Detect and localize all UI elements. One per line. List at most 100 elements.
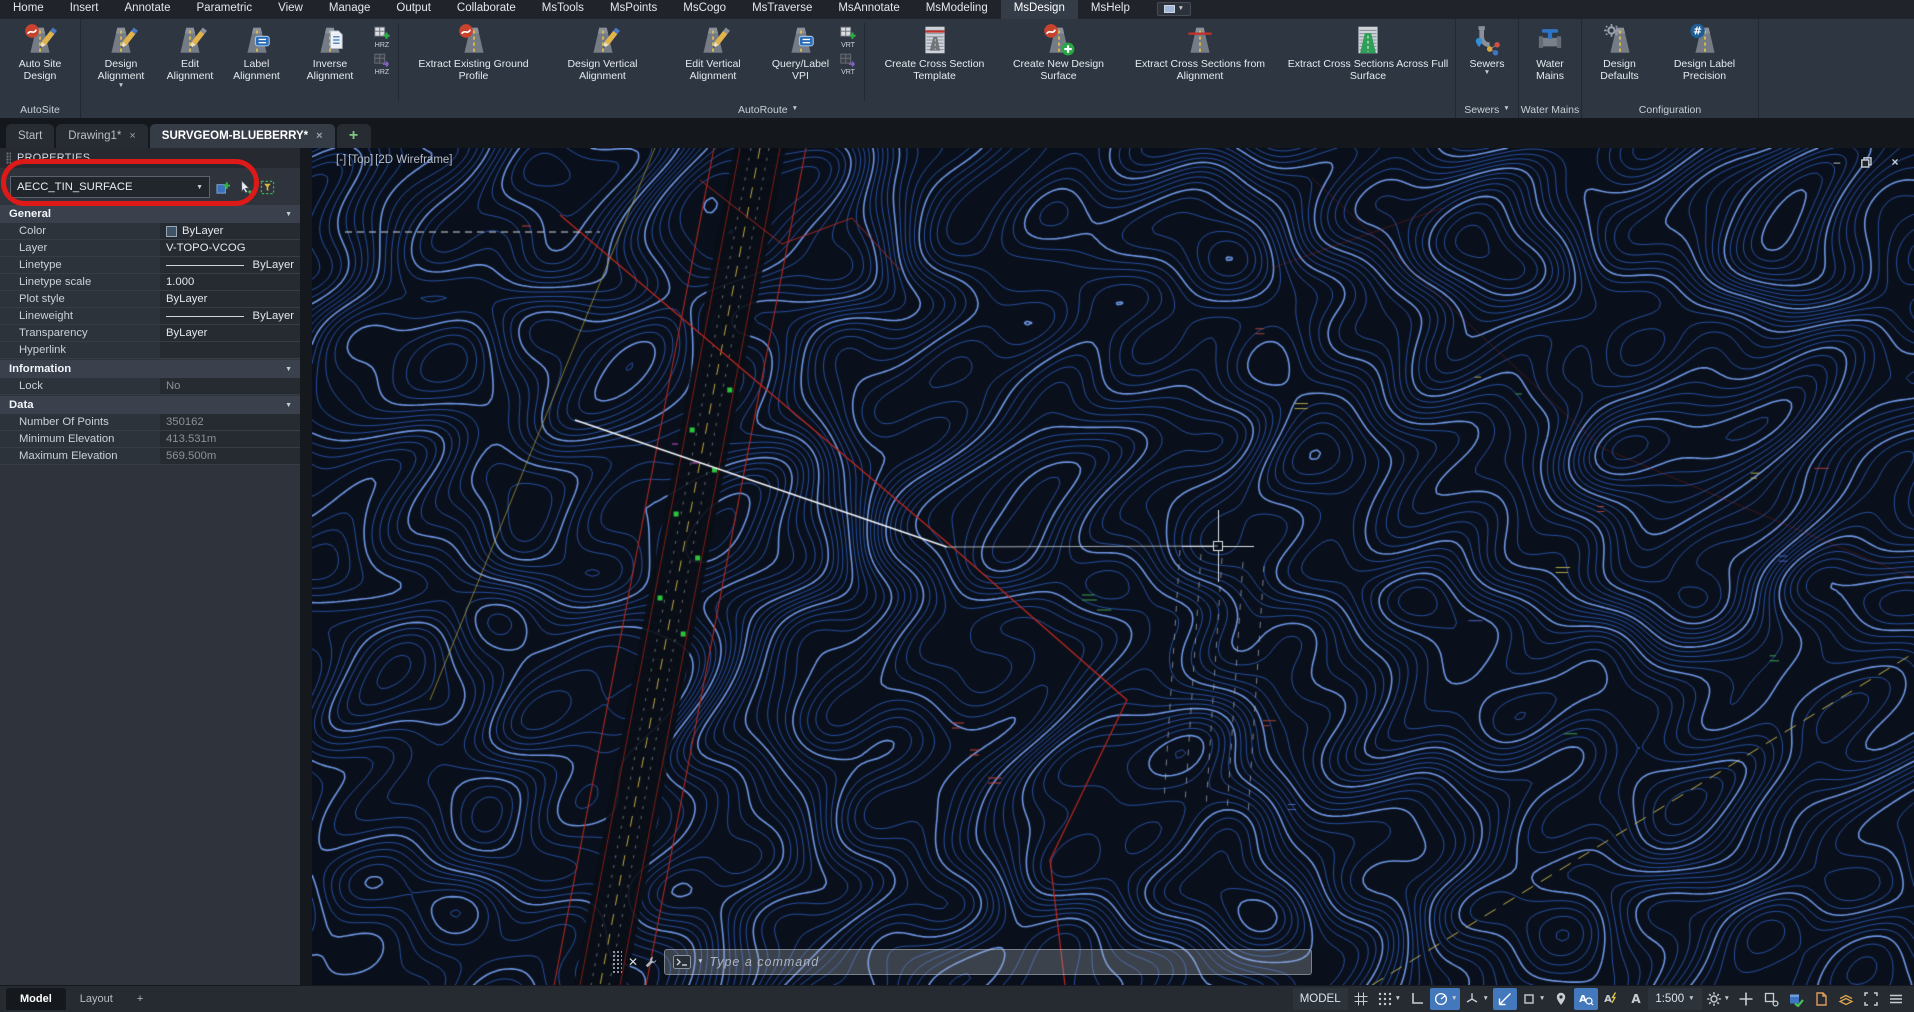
ribbon-button-design-label-precision[interactable]: #Design Label Precision <box>1654 21 1755 99</box>
grid-icon[interactable] <box>1349 988 1373 1010</box>
ribbon-button-extract-cross-sections-from-alignment[interactable]: Extract Cross Sections from Alignment <box>1116 21 1284 99</box>
drawing-canvas[interactable] <box>312 148 1914 985</box>
close-icon[interactable]: × <box>129 130 135 142</box>
property-value[interactable]: ByLayer <box>160 291 300 307</box>
property-value[interactable]: ByLayer <box>160 308 300 324</box>
ribbon-display-toggle-button[interactable]: ▼ <box>1157 2 1191 16</box>
ribbon-button-design-alignment[interactable]: Design Alignment▼ <box>84 21 158 99</box>
file-tab-survgeomblueberry[interactable]: SURVGEOM-BLUEBERRY*× <box>150 124 335 148</box>
geolocation-pin-icon[interactable] <box>1549 988 1573 1010</box>
isometric-drafting-icon[interactable]: ▼ <box>1461 988 1491 1010</box>
polar-tracking-icon[interactable]: ▼ <box>1430 988 1460 1010</box>
ribbon-button-design-defaults[interactable]: Design Defaults <box>1585 21 1654 99</box>
ribbon-tab-view[interactable]: View <box>265 0 316 19</box>
command-bar-close-icon[interactable]: ✕ <box>628 955 638 969</box>
layout-tab[interactable]: Layout <box>66 988 127 1010</box>
section-header-data[interactable]: Data▼ <box>0 396 300 414</box>
ribbon-button-auto-site-design[interactable]: Auto Site Design <box>3 21 77 99</box>
autoscale-icon[interactable]: A <box>1599 988 1623 1010</box>
property-value[interactable] <box>160 342 300 358</box>
palette-grip-icon[interactable] <box>6 152 11 164</box>
viewport-visual-style-control[interactable]: [2D Wireframe] <box>375 154 452 166</box>
viewport-view-control[interactable]: [Top] <box>348 154 373 166</box>
ribbon-tab-mstraverse[interactable]: MsTraverse <box>739 0 825 19</box>
ribbon-tab-mstools[interactable]: MsTools <box>529 0 597 19</box>
quick-select-icon[interactable] <box>259 179 276 196</box>
property-value[interactable]: ByLayer <box>160 223 300 239</box>
ribbon-button-create-new-design-surface[interactable]: Create New Design Surface <box>1001 21 1116 99</box>
ribbon-button-query-label-vpi[interactable]: Query/Label VPI <box>766 21 835 99</box>
collapse-icon[interactable]: ▼ <box>285 402 292 409</box>
command-bar-customize-icon[interactable] <box>644 955 658 969</box>
collapse-icon[interactable]: ▼ <box>285 211 292 218</box>
minimize-icon[interactable]: – <box>1830 156 1844 168</box>
model-space-button[interactable]: MODEL <box>1293 988 1348 1010</box>
ribbon-button-extract-cross-sections-across-full-surface[interactable]: Extract Cross Sections Across Full Surfa… <box>1284 21 1452 99</box>
property-value[interactable]: ByLayer <box>160 257 300 273</box>
select-objects-icon[interactable] <box>237 179 254 196</box>
ribbon-button-edit-vertical-alignment[interactable]: Edit Vertical Alignment <box>660 21 766 99</box>
small-button-hrz-1[interactable]: HRZ <box>369 51 395 76</box>
layers-warning-icon[interactable] <box>1834 988 1858 1010</box>
restore-icon[interactable] <box>1859 156 1873 168</box>
graphics-performance-icon[interactable] <box>1784 988 1808 1010</box>
model-tab[interactable]: Model <box>6 988 66 1010</box>
close-icon[interactable]: × <box>1888 156 1902 168</box>
small-button-hrz-0[interactable]: HRZ <box>369 24 395 49</box>
ribbon-tab-msmodeling[interactable]: MsModeling <box>913 0 1001 19</box>
snap-mode-icon[interactable]: ▼ <box>1374 988 1404 1010</box>
ribbon-tab-msannotate[interactable]: MsAnnotate <box>825 0 912 19</box>
file-tab-drawing1[interactable]: Drawing1*× <box>56 124 148 148</box>
new-drawing-tab-button[interactable]: + <box>337 124 371 148</box>
annotation-scale-icon[interactable]: A <box>1624 988 1648 1010</box>
clean-screen-icon[interactable] <box>1859 988 1883 1010</box>
file-tab-start[interactable]: Start <box>6 124 54 148</box>
ribbon-tab-msdesign[interactable]: MsDesign <box>1001 0 1078 19</box>
workspace-gear-icon[interactable]: ▼ <box>1703 988 1733 1010</box>
ribbon-tab-mscogo[interactable]: MsCogo <box>670 0 739 19</box>
object-type-dropdown[interactable]: AECC_TIN_SURFACE ▼ <box>10 176 210 198</box>
customization-menu-icon[interactable] <box>1884 988 1908 1010</box>
small-button-vrt-1[interactable]: VRT <box>835 51 861 76</box>
panel-title[interactable]: AutoRoute▼ <box>81 103 1455 118</box>
ribbon-tab-annotate[interactable]: Annotate <box>111 0 183 19</box>
ribbon-button-sewers[interactable]: Sewers▼ <box>1459 21 1515 99</box>
close-icon[interactable]: × <box>316 130 322 142</box>
isolate-objects-icon[interactable] <box>1759 988 1783 1010</box>
scale-display[interactable]: 1:500▼ <box>1648 988 1701 1010</box>
ribbon-button-water-mains[interactable]: Water Mains <box>1522 21 1578 99</box>
ribbon-button-extract-existing-ground-profile[interactable]: Extract Existing Ground Profile <box>402 21 545 99</box>
section-header-information[interactable]: Information▼ <box>0 360 300 378</box>
ribbon-tab-output[interactable]: Output <box>383 0 444 19</box>
ortho-icon[interactable] <box>1405 988 1429 1010</box>
ribbon-tab-mspoints[interactable]: MsPoints <box>597 0 670 19</box>
collapse-icon[interactable]: ▼ <box>285 366 292 373</box>
ribbon-button-inverse-alignment[interactable]: Inverse Alignment <box>291 21 369 99</box>
ribbon-button-label-alignment[interactable]: Label Alignment <box>222 21 291 99</box>
ribbon-tab-manage[interactable]: Manage <box>316 0 384 19</box>
pickadd-toggle-icon[interactable] <box>215 179 232 196</box>
object-snap-tracking-icon[interactable] <box>1493 988 1517 1010</box>
section-header-general[interactable]: General▼ <box>0 205 300 223</box>
ribbon-tab-collaborate[interactable]: Collaborate <box>444 0 529 19</box>
small-button-vrt-0[interactable]: VRT <box>835 24 861 49</box>
add-layout-button[interactable]: + <box>127 993 153 1005</box>
command-recent-caret-icon[interactable]: ▼ <box>697 959 703 966</box>
ribbon-button-create-cross-section-template[interactable]: Create Cross Section Template <box>868 21 1001 99</box>
property-value[interactable]: 1.000 <box>160 274 300 290</box>
ribbon-tab-insert[interactable]: Insert <box>57 0 112 19</box>
trace-icon[interactable] <box>1809 988 1833 1010</box>
ribbon-button-edit-alignment[interactable]: Edit Alignment <box>158 21 222 99</box>
annotation-visibility-icon[interactable]: A <box>1574 988 1598 1010</box>
ribbon-tab-mshelp[interactable]: MsHelp <box>1078 0 1143 19</box>
viewport-menu-control[interactable]: [-] <box>336 154 346 166</box>
ribbon-tab-parametric[interactable]: Parametric <box>184 0 266 19</box>
command-input[interactable]: ▼ Type a command <box>664 949 1312 975</box>
ribbon-button-design-vertical-alignment[interactable]: Design Vertical Alignment <box>545 21 660 99</box>
plus-icon[interactable] <box>1734 988 1758 1010</box>
properties-palette-header[interactable]: PROPERTIES <box>0 148 300 168</box>
ribbon-tab-home[interactable]: Home <box>0 0 57 19</box>
object-snap-icon[interactable]: ▼ <box>1518 988 1548 1010</box>
property-value[interactable]: V-TOPO-VCOG <box>160 240 300 256</box>
property-value[interactable]: ByLayer <box>160 325 300 341</box>
